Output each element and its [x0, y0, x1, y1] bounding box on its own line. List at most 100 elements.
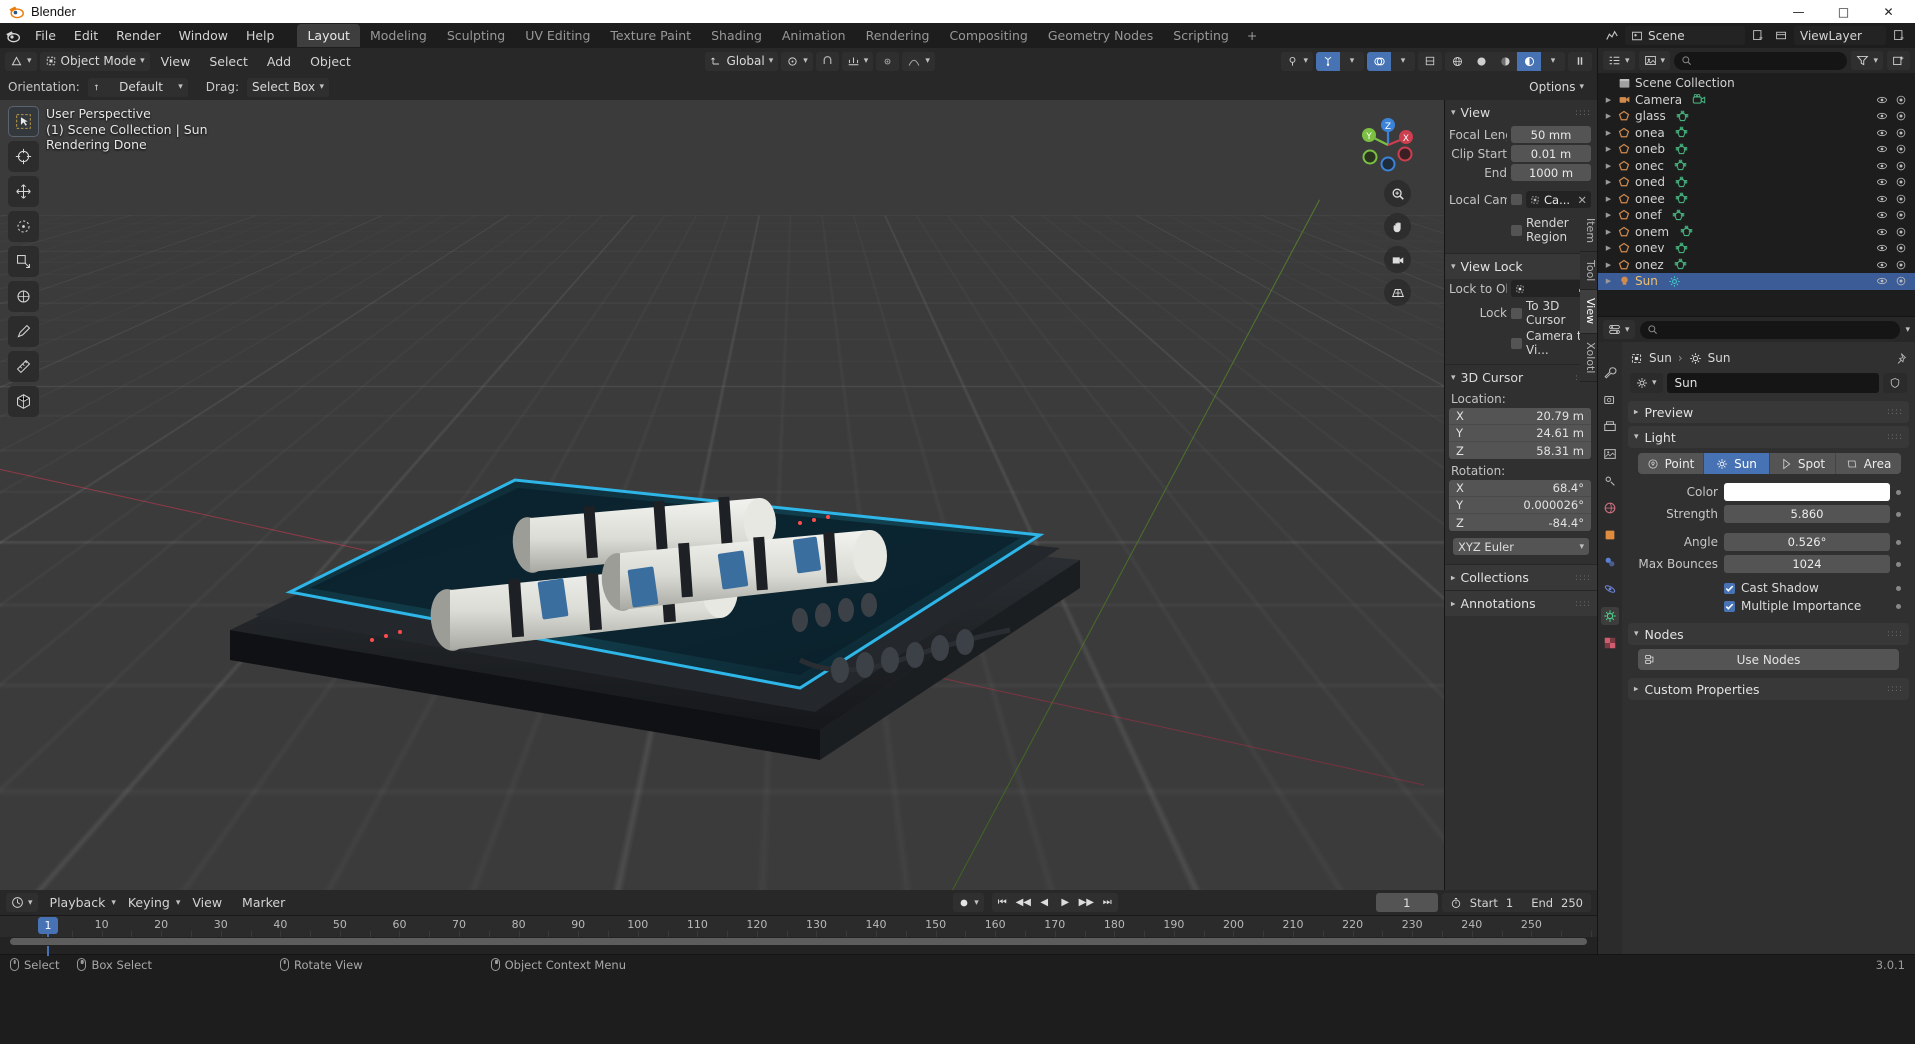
expand-triangle-icon[interactable]: ▶ [1604, 277, 1613, 285]
local-camera-checkbox[interactable] [1511, 194, 1522, 205]
scale-tool-button[interactable] [8, 246, 39, 277]
material-preview-button[interactable] [1493, 52, 1517, 71]
measure-tool-button[interactable] [8, 351, 39, 382]
timeline-scrollbar[interactable] [10, 938, 1587, 945]
new-scene-icon[interactable] [1748, 26, 1768, 45]
mesh-data-icon[interactable] [1676, 110, 1690, 123]
properties-options-dropdown[interactable]: ▾ [1905, 325, 1910, 335]
move-tool-button[interactable] [8, 176, 39, 207]
outliner-row-camera[interactable]: ▶ Camera [1598, 92, 1915, 109]
pin-icon[interactable] [1894, 352, 1907, 365]
fake-user-button[interactable] [1883, 373, 1907, 393]
stopwatch-icon[interactable] [1450, 897, 1462, 909]
outliner-row-onec[interactable]: ▶ onec [1598, 158, 1915, 175]
cursor-loc-y-field[interactable]: Y 24.61 m [1449, 425, 1591, 442]
prev-keyframe-button[interactable]: ◀◀ [1013, 893, 1034, 912]
cursor-rot-x-field[interactable]: X 68.4° [1449, 480, 1591, 497]
navigation-gizmo[interactable]: Z Y X [1357, 114, 1419, 176]
hide-in-viewport-icon[interactable] [1876, 160, 1888, 172]
world-tab[interactable] [1601, 499, 1619, 517]
color-swatch[interactable] [1724, 483, 1890, 501]
add-cube-tool-button[interactable] [8, 386, 39, 417]
tool-tab[interactable] [1601, 364, 1619, 382]
hide-in-viewport-icon[interactable] [1876, 275, 1888, 287]
multiple-importance-checkbox[interactable] [1724, 600, 1735, 612]
show-gizmo-toggle[interactable] [1316, 51, 1340, 71]
material-tab[interactable] [1601, 634, 1619, 652]
camera-data-icon[interactable] [1692, 93, 1706, 107]
hide-in-viewport-icon[interactable] [1876, 209, 1888, 221]
pan-hand-icon[interactable] [1384, 213, 1411, 240]
n-tab-tool[interactable]: Tool [1580, 252, 1597, 291]
cursor-loc-z-field[interactable]: Z 58.31 m [1449, 442, 1591, 459]
cursor-loc-x-field[interactable]: X 20.79 m [1449, 408, 1591, 425]
workspace-tab-uv-editing[interactable]: UV Editing [515, 24, 600, 47]
snap-target-button[interactable]: ▾ [841, 51, 874, 71]
preview-panel-header[interactable]: ▾ Preview :::: [1628, 401, 1909, 423]
proportional-edit-button[interactable] [876, 51, 900, 71]
nodes-panel-header[interactable]: ▾ Nodes :::: [1628, 623, 1909, 645]
panel-grip[interactable]: :::: [1575, 108, 1591, 118]
workspace-tab-layout[interactable]: Layout [297, 24, 360, 47]
light-datablock-selector[interactable]: ▾ [1630, 373, 1663, 393]
workspace-tab-animation[interactable]: Animation [772, 24, 856, 47]
max-bounces-field[interactable]: 1024 [1724, 555, 1890, 573]
expand-triangle-icon[interactable]: ▶ [1604, 162, 1613, 170]
hide-in-viewport-icon[interactable] [1876, 259, 1888, 271]
outliner-tree[interactable]: Scene Collection ▶ Camera ▶ glass ▶ onea ▶ oneb… [1598, 73, 1915, 316]
render-region-checkbox[interactable] [1511, 224, 1522, 236]
ortho-persp-icon[interactable] [1384, 279, 1411, 306]
expand-triangle-icon[interactable]: ▶ [1604, 129, 1613, 137]
outliner-row-onev[interactable]: ▶ onev [1598, 240, 1915, 257]
jump-to-end-button[interactable]: ⏭ [1097, 893, 1118, 912]
minimize-button[interactable]: — [1776, 0, 1821, 23]
gizmo-dropdown[interactable]: ▾ [1340, 52, 1364, 71]
light-type-sun[interactable]: Sun [1704, 453, 1770, 474]
expand-triangle-icon[interactable]: ▶ [1604, 228, 1613, 236]
properties-search-input[interactable] [1639, 320, 1901, 339]
outliner-row-onef[interactable]: ▶ onef [1598, 207, 1915, 224]
menu-file[interactable]: File [26, 25, 65, 46]
expand-triangle-icon[interactable]: ▶ [1604, 112, 1613, 120]
custom-properties-header[interactable]: ▾ Custom Properties :::: [1628, 678, 1909, 700]
mesh-data-icon[interactable] [1674, 159, 1688, 172]
viewport-menu-select[interactable]: Select [201, 52, 256, 71]
transform-tool-button[interactable] [8, 281, 39, 312]
solid-shading-button[interactable] [1469, 52, 1493, 71]
outliner-row-sun[interactable]: ▶ Sun [1598, 273, 1915, 290]
close-button[interactable]: ✕ [1866, 0, 1911, 23]
outliner-search-input[interactable] [1674, 51, 1848, 70]
viewport-split-icon[interactable] [1568, 51, 1592, 71]
mesh-data-icon[interactable] [1674, 258, 1688, 271]
new-collection-button[interactable] [1887, 51, 1910, 70]
hide-in-viewport-icon[interactable] [1876, 94, 1888, 106]
object-mode-button[interactable]: Object Mode ▾ [39, 51, 150, 71]
expand-triangle-icon[interactable]: ▶ [1604, 261, 1613, 269]
viewlayer-tab[interactable] [1601, 445, 1619, 463]
outliner-display-mode-button[interactable]: ▾ [1638, 51, 1671, 70]
disable-in-renders-icon[interactable] [1895, 160, 1907, 172]
disable-in-renders-icon[interactable] [1895, 94, 1907, 106]
3d-viewport[interactable]: User Perspective (1) Scene Collection | … [0, 100, 1597, 890]
workspace-tab-rendering[interactable]: Rendering [856, 24, 940, 47]
disable-in-renders-icon[interactable] [1895, 143, 1907, 155]
rotation-mode-dropdown[interactable]: XYZ Euler ▾ [1453, 538, 1589, 555]
expand-triangle-icon[interactable]: ▶ [1604, 244, 1613, 252]
cursor-tool-button[interactable] [8, 141, 39, 172]
animate-dot[interactable] [1896, 585, 1901, 591]
outliner-filter-button[interactable]: ▾ [1851, 51, 1883, 70]
expand-triangle-icon[interactable]: ▶ [1604, 96, 1613, 104]
rendered-shading-button[interactable] [1517, 51, 1541, 71]
mesh-data-icon[interactable] [1675, 176, 1689, 189]
new-viewlayer-icon[interactable] [1889, 26, 1909, 45]
annotate-tool-button[interactable] [8, 316, 39, 347]
outliner-row-onez[interactable]: ▶ onez [1598, 257, 1915, 274]
animate-dot[interactable] [1896, 511, 1901, 517]
mesh-data-icon[interactable] [1675, 143, 1689, 156]
maximize-button[interactable]: □ [1821, 0, 1866, 23]
cursor-rot-y-field[interactable]: Y 0.000026° [1449, 497, 1591, 514]
mesh-data-icon[interactable] [1672, 209, 1686, 222]
outliner-row-onea[interactable]: ▶ onea [1598, 125, 1915, 142]
menu-window[interactable]: Window [170, 25, 237, 46]
outliner-row-oned[interactable]: ▶ oned [1598, 174, 1915, 191]
